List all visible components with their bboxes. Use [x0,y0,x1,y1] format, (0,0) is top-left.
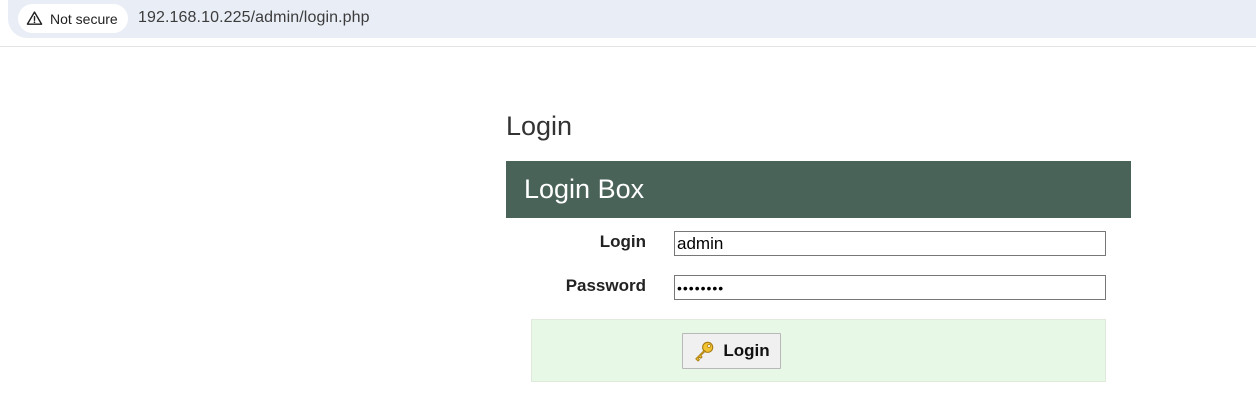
login-box-header: Login Box [506,161,1131,218]
browser-address-bar: Not secure 192.168.10.225/admin/login.ph… [0,0,1256,47]
password-input[interactable] [674,275,1106,300]
login-button-label: Login [723,341,770,360]
login-input[interactable] [674,231,1106,256]
login-button[interactable]: Login [682,333,781,369]
warning-triangle-icon [26,11,43,25]
login-label: Login [599,232,646,251]
url-text[interactable]: 192.168.10.225/admin/login.php [138,9,370,27]
password-label: Password [565,276,646,295]
omnibox[interactable]: Not secure 192.168.10.225/admin/login.ph… [8,0,1256,38]
key-icon [695,341,714,362]
button-row: Login [531,319,1106,382]
page-title: Login [506,111,573,141]
security-label: Not secure [50,10,118,27]
security-indicator-button[interactable]: Not secure [18,4,128,33]
